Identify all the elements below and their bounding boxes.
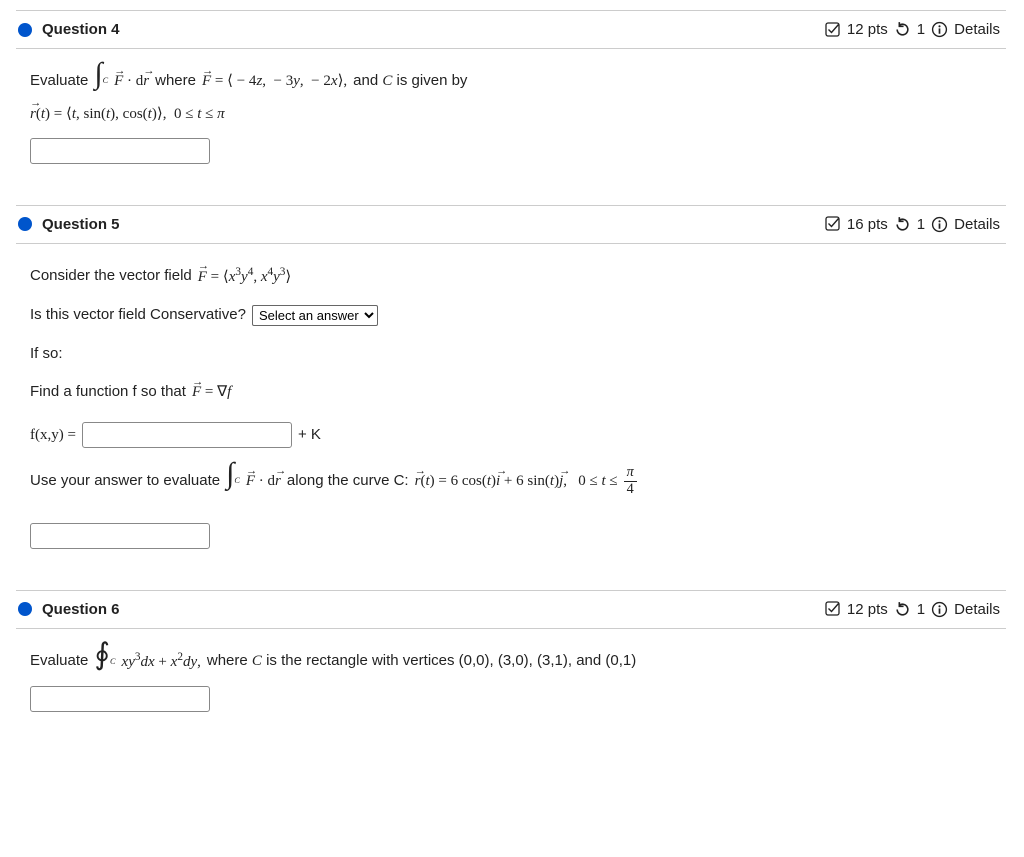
text: along the curve C: bbox=[287, 467, 409, 496]
text: Use your answer to evaluate bbox=[30, 467, 220, 496]
points-label: 16 pts bbox=[847, 216, 888, 233]
question-4-header: Question 4 12 pts 1 Details bbox=[16, 11, 1006, 49]
points-label: 12 pts bbox=[847, 601, 888, 618]
question-5-header: Question 5 16 pts 1 Details bbox=[16, 206, 1006, 244]
text: Find a function f so that bbox=[30, 378, 186, 407]
points-label: 12 pts bbox=[847, 21, 888, 38]
fxy-label: f(x,y) = bbox=[30, 421, 76, 450]
reset-icon[interactable] bbox=[894, 601, 911, 618]
frac-den: 4 bbox=[624, 482, 637, 498]
q5-fxy-input[interactable] bbox=[82, 422, 292, 448]
attempts-label: 1 bbox=[917, 601, 925, 618]
info-icon[interactable] bbox=[931, 21, 948, 38]
status-dot-icon bbox=[18, 602, 32, 616]
attempts-label: 1 bbox=[917, 21, 925, 38]
checkbox-icon bbox=[825, 22, 841, 38]
question-4-title: Question 4 bbox=[42, 21, 120, 38]
details-link[interactable]: Details bbox=[954, 216, 1000, 233]
question-6-meta: 12 pts 1 Details bbox=[825, 601, 1000, 618]
text: where bbox=[155, 67, 196, 96]
question-4: Question 4 12 pts 1 Details Evaluate ∫C … bbox=[16, 10, 1006, 175]
reset-icon[interactable] bbox=[894, 21, 911, 38]
text: Evaluate bbox=[30, 647, 88, 676]
question-6: Question 6 12 pts 1 Details Evaluate ∮C … bbox=[16, 590, 1006, 723]
q5-integral-input[interactable] bbox=[30, 523, 210, 549]
info-icon[interactable] bbox=[931, 216, 948, 233]
question-4-body: Evaluate ∫C F→ · dr→ where F→ = ⟨ − 4z, … bbox=[16, 49, 1006, 175]
text: If so: bbox=[30, 340, 996, 369]
question-6-body: Evaluate ∮C xy3dx + x2dy, where C is the… bbox=[16, 629, 1006, 723]
q6-answer-input[interactable] bbox=[30, 686, 210, 712]
status-dot-icon bbox=[18, 23, 32, 37]
checkbox-icon bbox=[825, 601, 841, 617]
question-5-title: Question 5 bbox=[42, 216, 120, 233]
conservative-select[interactable]: Select an answer bbox=[252, 305, 378, 326]
q4-answer-input[interactable] bbox=[30, 138, 210, 164]
text: Is this vector field Conservative? bbox=[30, 301, 246, 330]
text: Consider the vector field bbox=[30, 262, 192, 291]
info-icon[interactable] bbox=[931, 601, 948, 618]
question-4-meta: 12 pts 1 Details bbox=[825, 21, 1000, 38]
reset-icon[interactable] bbox=[894, 216, 911, 233]
text: Evaluate bbox=[30, 67, 88, 96]
checkbox-icon bbox=[825, 216, 841, 232]
question-5-meta: 16 pts 1 Details bbox=[825, 216, 1000, 233]
text: where C is the rectangle with vertices (… bbox=[207, 647, 636, 676]
question-5-body: Consider the vector field F→ = ⟨x3y4, x4… bbox=[16, 244, 1006, 560]
details-link[interactable]: Details bbox=[954, 601, 1000, 618]
plus-k: + K bbox=[298, 421, 321, 450]
question-5: Question 5 16 pts 1 Details Consider the… bbox=[16, 205, 1006, 560]
details-link[interactable]: Details bbox=[954, 21, 1000, 38]
attempts-label: 1 bbox=[917, 216, 925, 233]
question-6-header: Question 6 12 pts 1 Details bbox=[16, 591, 1006, 629]
status-dot-icon bbox=[18, 217, 32, 231]
question-6-title: Question 6 bbox=[42, 601, 120, 618]
frac-num: π bbox=[624, 465, 637, 482]
